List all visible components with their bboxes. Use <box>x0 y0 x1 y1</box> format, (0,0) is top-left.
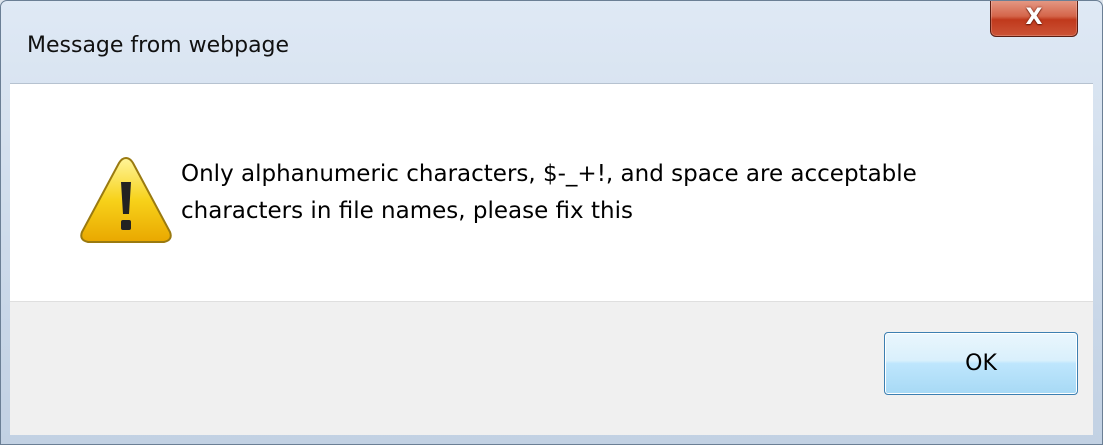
message-dialog: Message from webpage X Only alphanumeric… <box>0 0 1103 445</box>
message-line-1: Only alphanumeric characters, $-_+!, and… <box>181 161 917 187</box>
window-title: Message from webpage <box>27 33 290 58</box>
close-button[interactable]: X <box>990 1 1078 37</box>
button-bar: OK <box>10 301 1093 435</box>
ok-button[interactable]: OK <box>884 332 1078 395</box>
message-text: Only alphanumeric characters, $-_+!, and… <box>181 156 1051 230</box>
warning-icon <box>80 156 172 243</box>
message-line-2: characters in file names, please fix thi… <box>181 198 633 224</box>
title-bar[interactable]: Message from webpage X <box>1 1 1102 83</box>
close-icon: X <box>1025 5 1043 30</box>
message-area: Only alphanumeric characters, $-_+!, and… <box>10 83 1093 302</box>
